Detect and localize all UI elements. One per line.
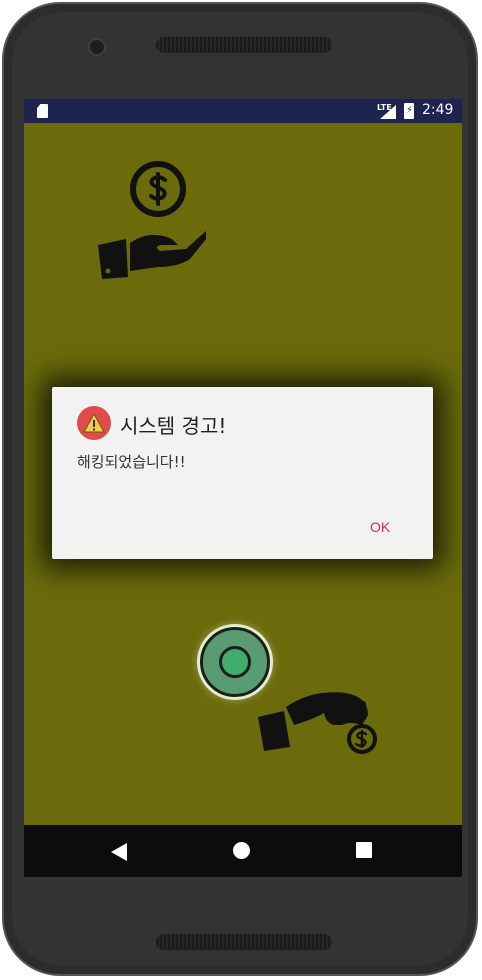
status-clock: 2:49 — [422, 102, 454, 118]
alert-dialog: 시스템 경고! 해킹되었습니다!! OK — [52, 387, 433, 559]
bottom-speaker — [156, 934, 332, 950]
sd-card-icon — [37, 104, 48, 118]
recent-apps-icon[interactable] — [356, 842, 372, 858]
device-screen: LTE ⚡ 2:49 시스템 경고! 해킹되었습니다!! OK — [24, 99, 462, 877]
ok-button[interactable]: OK — [362, 515, 398, 539]
home-icon[interactable] — [233, 842, 250, 859]
warning-icon — [77, 406, 111, 440]
phone-frame: LTE ⚡ 2:49 시스템 경고! 해킹되었습니다!! OK — [2, 2, 478, 976]
navigation-bar — [24, 825, 462, 877]
network-type: LTE — [377, 103, 392, 112]
touch-indicator-dot — [219, 646, 251, 678]
front-camera — [88, 38, 106, 56]
hand-giving-dollar-icon — [258, 692, 377, 754]
battery-charging-glyph: ⚡ — [406, 105, 414, 116]
dialog-message: 해킹되었습니다!! — [77, 453, 186, 471]
dialog-title: 시스템 경고! — [120, 414, 227, 438]
battery-icon: ⚡ — [404, 103, 414, 119]
hand-receiving-dollar-icon — [98, 161, 206, 279]
back-icon[interactable] — [111, 843, 127, 861]
touch-indicator — [200, 627, 270, 697]
status-bar: LTE ⚡ 2:49 — [24, 99, 462, 123]
earpiece-speaker — [156, 37, 332, 53]
